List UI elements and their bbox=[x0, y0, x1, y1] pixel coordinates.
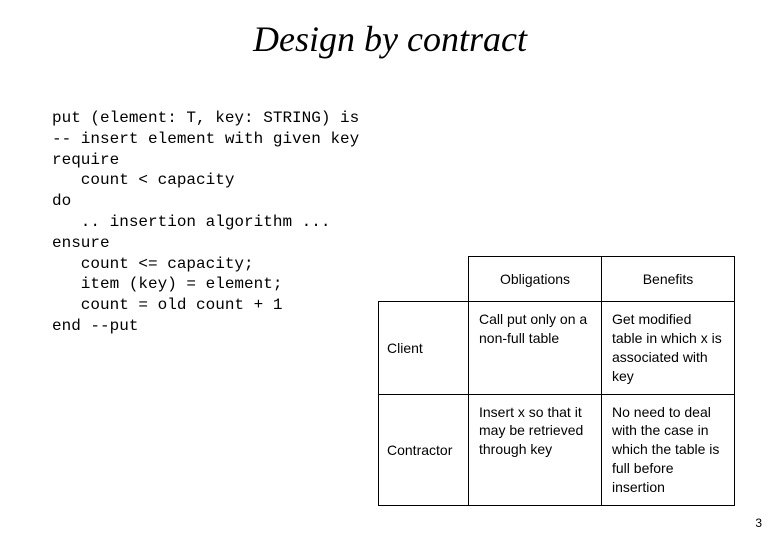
obligations-benefits-table: Obligations Benefits Client Call put onl… bbox=[378, 256, 735, 506]
row-header-client: Client bbox=[379, 302, 469, 395]
cell-client-benefits: Get modified table in which x is associa… bbox=[602, 302, 735, 395]
row-header-contractor: Contractor bbox=[379, 394, 469, 505]
table-corner bbox=[379, 257, 469, 302]
slide-title: Design by contract bbox=[0, 0, 780, 60]
cell-contractor-benefits: No need to deal with the case in which t… bbox=[602, 394, 735, 505]
col-header-benefits: Benefits bbox=[602, 257, 735, 302]
page-number: 3 bbox=[755, 516, 762, 530]
cell-client-obligations: Call put only on a non-full table bbox=[469, 302, 602, 395]
col-header-obligations: Obligations bbox=[469, 257, 602, 302]
cell-contractor-obligations: Insert x so that it may be retrieved thr… bbox=[469, 394, 602, 505]
